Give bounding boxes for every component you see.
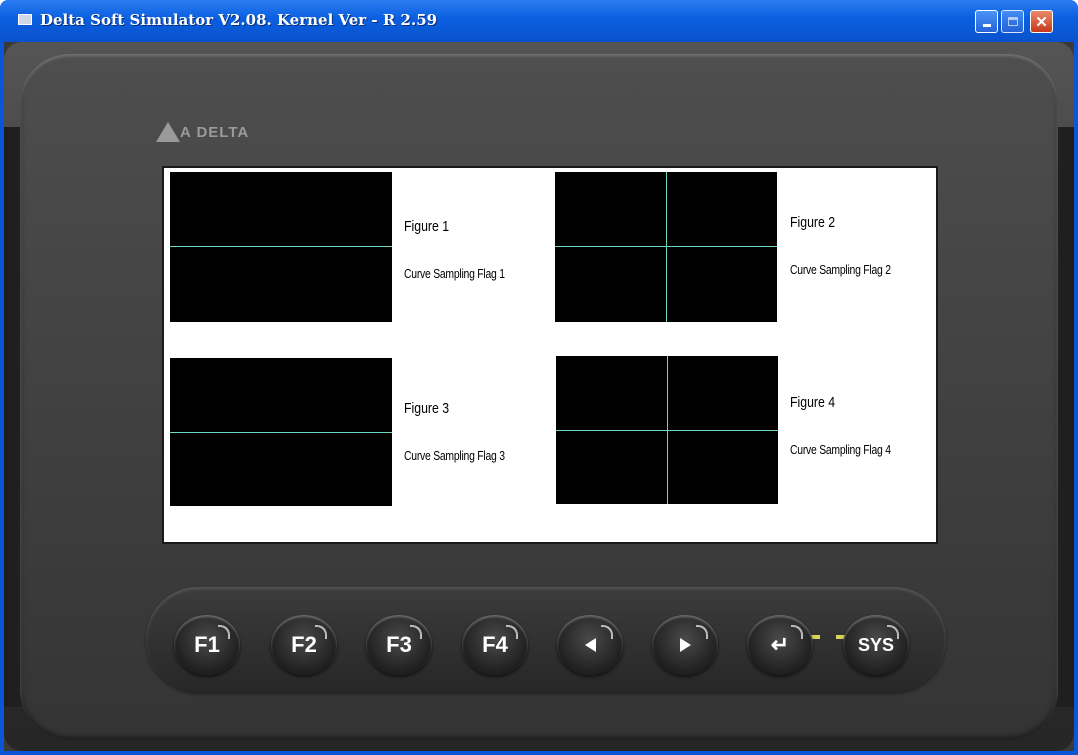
left-arrow-icon — [584, 638, 596, 652]
f4-key[interactable]: F4 — [462, 615, 528, 675]
grid-line — [666, 172, 667, 322]
key-indicator-icon — [218, 625, 230, 639]
right-arrow-icon — [679, 638, 691, 652]
maximize-button[interactable] — [1001, 10, 1024, 33]
close-button[interactable]: ✕ — [1030, 10, 1053, 33]
function-keypad: F1 F2 F3 F4 ↵ SYS — [146, 587, 946, 692]
sampling-flag-3[interactable]: Curve Sampling Flag 3 — [404, 448, 505, 463]
key-indicator-icon — [887, 625, 899, 639]
f1-key[interactable]: F1 — [174, 615, 240, 675]
trend-chart-2 — [555, 172, 777, 322]
left-arrow-key[interactable] — [557, 615, 623, 675]
figure-label-4: Figure 4 — [790, 394, 836, 411]
figure-label-1: Figure 1 — [404, 218, 450, 235]
key-indicator-icon — [315, 625, 327, 639]
delta-triangle-icon — [156, 122, 180, 142]
maximize-icon — [1007, 17, 1018, 26]
minimize-button[interactable] — [975, 10, 998, 33]
f3-key[interactable]: F3 — [366, 615, 432, 675]
logo-text: A DELTA — [180, 124, 250, 141]
sampling-flag-4[interactable]: Curve Sampling Flag 4 — [790, 442, 891, 457]
f1-key-label: F1 — [194, 632, 220, 657]
sys-key[interactable]: SYS — [843, 615, 909, 675]
figure-label-3: Figure 3 — [404, 400, 450, 417]
close-icon: ✕ — [1035, 13, 1048, 31]
right-arrow-key[interactable] — [652, 615, 718, 675]
sampling-flag-2[interactable]: Curve Sampling Flag 2 — [790, 262, 891, 277]
f4-key-label: F4 — [482, 632, 508, 657]
f2-key[interactable]: F2 — [271, 615, 337, 675]
simulator-client-area: A DELTA Figure 1 Curve Sampling Flag 1 F… — [4, 42, 1074, 751]
enter-key[interactable]: ↵ — [747, 615, 813, 675]
enter-icon: ↵ — [770, 632, 790, 657]
minimize-icon — [982, 24, 991, 27]
sampling-flag-1[interactable]: Curve Sampling Flag 1 — [404, 266, 505, 281]
trend-chart-3 — [170, 358, 392, 506]
grid-line — [667, 356, 668, 504]
app-icon — [18, 14, 32, 25]
figure-label-2: Figure 2 — [790, 214, 836, 231]
key-indicator-icon — [506, 625, 518, 639]
key-indicator-icon — [601, 625, 613, 639]
trend-chart-4 — [556, 356, 778, 504]
grid-line — [170, 246, 392, 247]
hmi-screen: Figure 1 Curve Sampling Flag 1 Figure 2 … — [162, 166, 938, 544]
f3-key-label: F3 — [386, 632, 412, 657]
key-indicator-icon — [791, 625, 803, 639]
key-indicator-icon — [696, 625, 708, 639]
window-title: Delta Soft Simulator V2.08. Kernel Ver -… — [40, 11, 438, 29]
simulator-window: Delta Soft Simulator V2.08. Kernel Ver -… — [0, 0, 1078, 755]
hmi-bezel: A DELTA Figure 1 Curve Sampling Flag 1 F… — [4, 42, 1074, 751]
title-bar[interactable]: Delta Soft Simulator V2.08. Kernel Ver -… — [0, 0, 1078, 42]
grid-line — [170, 432, 392, 433]
key-indicator-icon — [410, 625, 422, 639]
delta-logo: A DELTA — [156, 122, 316, 146]
trend-chart-1 — [170, 172, 392, 322]
f2-key-label: F2 — [291, 632, 317, 657]
